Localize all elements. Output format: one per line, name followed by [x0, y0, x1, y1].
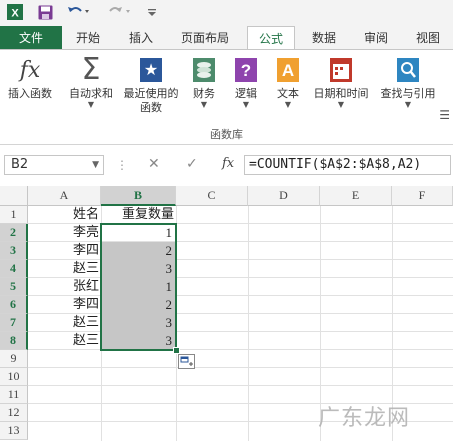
enter-button[interactable]: ✓	[186, 156, 198, 172]
row-header-8[interactable]: 8	[0, 332, 28, 350]
fill-handle[interactable]	[173, 347, 180, 354]
sigma-icon: Σ	[81, 52, 101, 87]
tab-view[interactable]: 视图	[406, 26, 450, 49]
tab-review[interactable]: 审阅	[354, 26, 398, 49]
insert-function-button[interactable]: fx 插入函数	[2, 56, 58, 101]
chevron-down-icon: ▼	[87, 100, 95, 109]
insert-function-label: 插入函数	[8, 87, 52, 100]
column-header-d[interactable]: D	[248, 186, 320, 206]
logical-button[interactable]: ? 逻辑 ▼	[228, 56, 264, 109]
ribbon-formulas: fx 插入函数 Σ 自动求和 ▼ ★ 最近使用的 函数 财务 ▼ ? 逻辑 ▼ …	[0, 49, 453, 145]
formula-bar: B2 ▼ ⋮ ✕ ✓ fx =COUNTIF($A$2:$A$8,A2)	[0, 152, 453, 180]
tab-insert[interactable]: 插入	[119, 26, 163, 49]
financial-label: 财务	[193, 87, 215, 100]
name-box-value: B2	[11, 157, 29, 172]
logical-label: 逻辑	[235, 87, 257, 100]
function-library-group-label: 函数库	[210, 128, 243, 141]
star-icon: ★	[138, 56, 164, 84]
tab-home[interactable]: 开始	[66, 26, 110, 49]
column-header-c[interactable]: C	[176, 186, 248, 206]
row-header-10[interactable]: 10	[0, 368, 28, 386]
autosum-button[interactable]: Σ 自动求和 ▼	[62, 52, 120, 109]
row-header-4[interactable]: 4	[0, 260, 28, 278]
tab-page-layout[interactable]: 页面布局	[172, 26, 238, 49]
formula-input[interactable]: =COUNTIF($A$2:$A$8,A2)	[244, 155, 451, 175]
svg-text:A: A	[282, 61, 294, 80]
tab-file[interactable]: 文件	[0, 26, 62, 49]
recently-used-label: 最近使用的 函数	[123, 87, 179, 114]
calendar-icon	[328, 56, 354, 84]
quick-analysis-icon[interactable]	[178, 354, 195, 369]
excel-icon[interactable]: X	[6, 3, 24, 21]
drag-handle-icon[interactable]: ⋮	[116, 158, 128, 172]
text-label: 文本	[277, 87, 299, 100]
row-header-7[interactable]: 7	[0, 314, 28, 332]
svg-text:?: ?	[241, 61, 251, 80]
cell-a1[interactable]: 姓名	[28, 206, 101, 224]
column-header-f[interactable]: F	[392, 186, 453, 206]
row-header-6[interactable]: 6	[0, 296, 28, 314]
cell-a7[interactable]: 赵三	[28, 314, 101, 332]
row-header-3[interactable]: 3	[0, 242, 28, 260]
column-header-a[interactable]: A	[28, 186, 101, 206]
watermark-text: 广东龙网	[318, 406, 411, 431]
tab-formulas[interactable]: 公式	[247, 26, 295, 50]
customize-icon[interactable]	[146, 3, 158, 21]
svg-text:★: ★	[144, 60, 158, 79]
undo-icon[interactable]	[66, 3, 90, 21]
cell-a2[interactable]: 李亮	[28, 224, 101, 242]
row-header-9[interactable]: 9	[0, 350, 28, 368]
column-header-b[interactable]: B	[101, 186, 176, 206]
lookup-reference-label: 查找与引用	[380, 87, 436, 100]
grid-line	[28, 385, 453, 386]
row-header-2[interactable]: 2	[0, 224, 28, 242]
ribbon-tabs: 文件 开始 插入 页面布局 公式 数据 审阅 视图	[0, 26, 453, 50]
chevron-down-icon: ▼	[337, 100, 345, 109]
question-icon: ?	[233, 56, 259, 84]
grid-line	[28, 367, 453, 368]
row-header-1[interactable]: 1	[0, 206, 28, 224]
quick-access-toolbar: X	[0, 0, 453, 26]
more-icon[interactable]: ☰	[439, 108, 450, 122]
financial-button[interactable]: 财务 ▼	[186, 56, 222, 109]
cell-b1[interactable]: 重复数量	[101, 206, 176, 224]
tab-data[interactable]: 数据	[302, 26, 346, 49]
name-box[interactable]: B2 ▼	[4, 155, 104, 175]
chevron-down-icon: ▼	[284, 100, 292, 109]
lookup-reference-button[interactable]: 查找与引用 ▼	[376, 56, 440, 109]
save-icon[interactable]	[36, 3, 54, 21]
chevron-down-icon: ▼	[404, 100, 412, 109]
chevron-down-icon: ▼	[242, 100, 250, 109]
active-selection-border	[100, 223, 177, 351]
text-a-icon: A	[275, 56, 301, 84]
recently-used-button[interactable]: ★ 最近使用的 函数	[118, 56, 184, 115]
cell-a8[interactable]: 赵三	[28, 332, 101, 350]
chevron-down-icon[interactable]: ▼	[92, 156, 99, 174]
column-header-e[interactable]: E	[320, 186, 392, 206]
fx-icon: fx	[19, 57, 41, 83]
row-header-13[interactable]: 13	[0, 422, 28, 440]
select-all-corner[interactable]	[0, 186, 28, 206]
magnifier-icon	[395, 56, 421, 84]
cell-a3[interactable]: 李四	[28, 242, 101, 260]
cell-a5[interactable]: 张红	[28, 278, 101, 296]
row-header-5[interactable]: 5	[0, 278, 28, 296]
text-button[interactable]: A 文本 ▼	[270, 56, 306, 109]
coins-icon	[191, 56, 217, 84]
row-header-11[interactable]: 11	[0, 386, 28, 404]
date-time-label: 日期和时间	[313, 87, 369, 100]
autosum-label: 自动求和	[69, 87, 113, 100]
cell-a4[interactable]: 赵三	[28, 260, 101, 278]
insert-function-fx-button[interactable]: fx	[222, 156, 234, 171]
svg-text:X: X	[11, 8, 19, 20]
cancel-button[interactable]: ✕	[148, 156, 160, 172]
row-header-12[interactable]: 12	[0, 404, 28, 422]
chevron-down-icon: ▼	[200, 100, 208, 109]
date-time-button[interactable]: 日期和时间 ▼	[310, 56, 372, 109]
redo-icon[interactable]	[106, 3, 132, 21]
cell-a6[interactable]: 李四	[28, 296, 101, 314]
